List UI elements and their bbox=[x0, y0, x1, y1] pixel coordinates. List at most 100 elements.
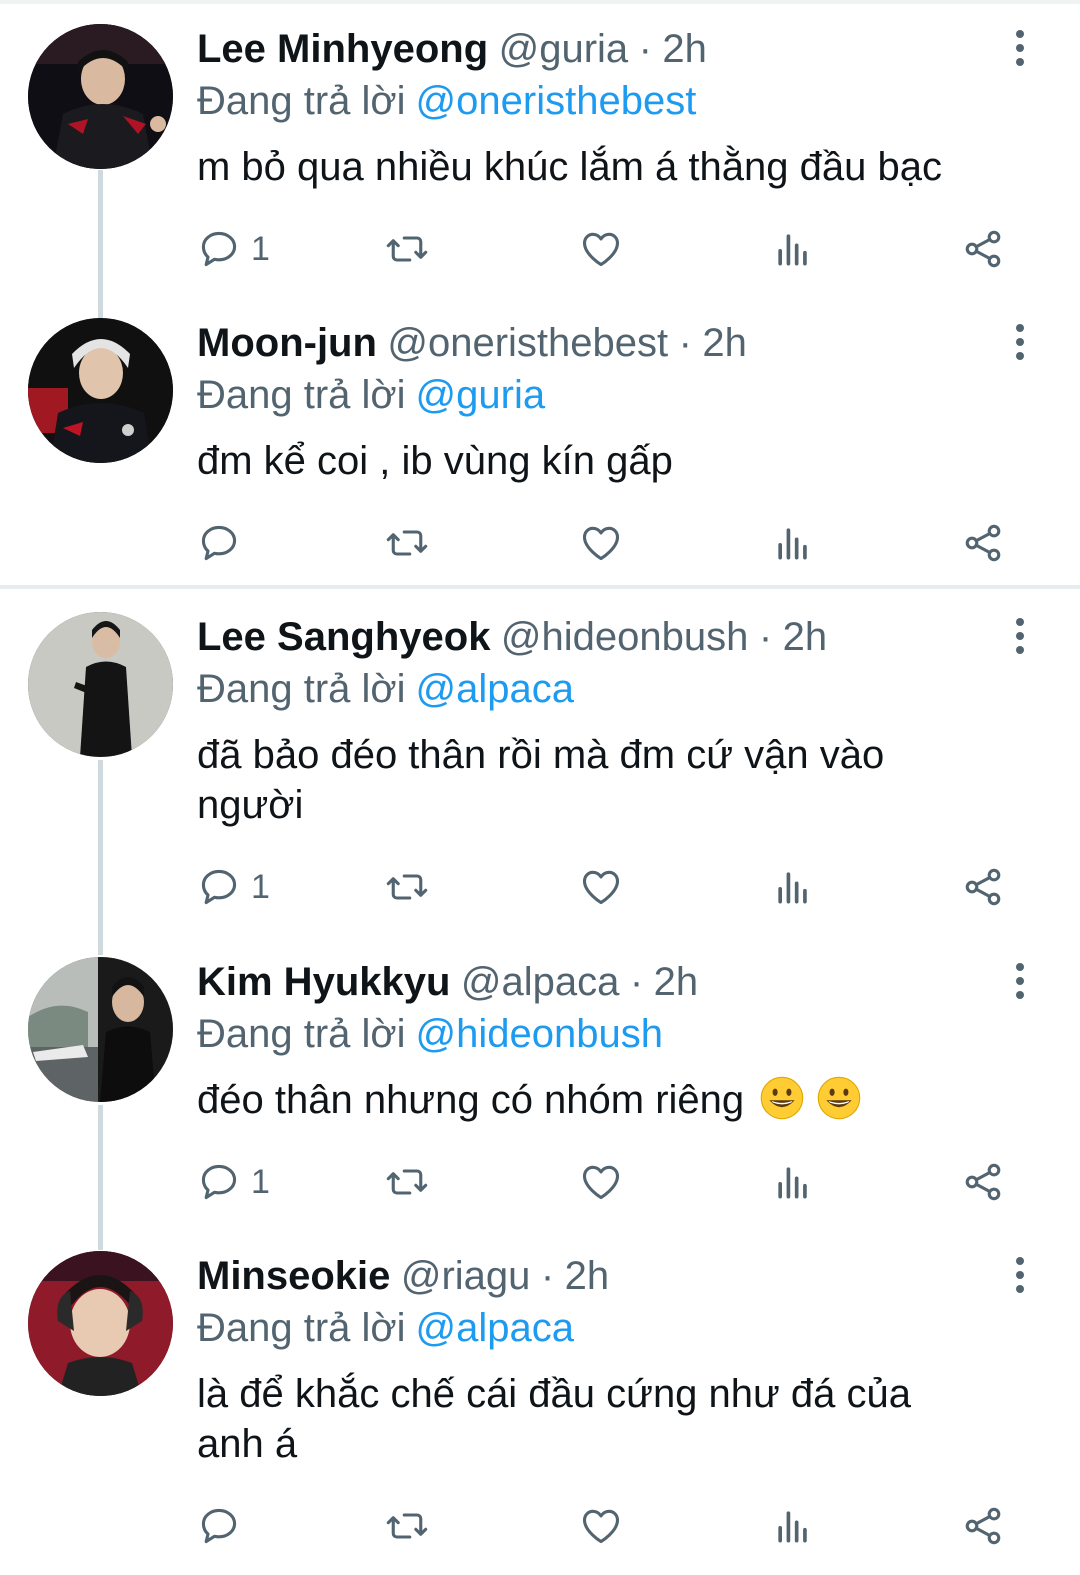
tweet-header: Lee Minhyeong @guria · 2h bbox=[197, 24, 990, 74]
reply-icon bbox=[201, 1164, 237, 1200]
share-button[interactable] bbox=[961, 1501, 1005, 1551]
user-handle[interactable]: @hideonbush bbox=[501, 615, 748, 659]
avatar-photo-icon bbox=[28, 612, 173, 757]
reply-button[interactable]: 1 bbox=[197, 862, 270, 912]
tweet-header: Lee Sanghyeok @hideonbush · 2h bbox=[197, 612, 990, 662]
user-handle[interactable]: @riagu bbox=[401, 1254, 531, 1298]
retweet-button[interactable] bbox=[385, 518, 429, 568]
reply-button[interactable]: 1 bbox=[197, 1157, 270, 1207]
timestamp[interactable]: 2h bbox=[702, 321, 747, 365]
like-button[interactable] bbox=[579, 1501, 623, 1551]
analytics-icon bbox=[778, 528, 807, 560]
heart-icon bbox=[582, 526, 620, 561]
share-icon bbox=[965, 1163, 1001, 1201]
avatar[interactable] bbox=[28, 318, 173, 463]
reply-button[interactable] bbox=[197, 518, 251, 568]
tweet-text: đã bảo đéo thân rồi mà đm cứ vận vào ngư… bbox=[197, 733, 885, 827]
tweet[interactable]: Lee Sanghyeok @hideonbush · 2h Đang trả … bbox=[0, 612, 1080, 922]
views-button[interactable] bbox=[771, 1501, 815, 1551]
display-name[interactable]: Lee Minhyeong bbox=[197, 27, 488, 71]
like-button[interactable] bbox=[579, 518, 623, 568]
reply-icon bbox=[201, 231, 237, 267]
retweet-icon bbox=[386, 874, 428, 900]
views-button[interactable] bbox=[771, 1157, 815, 1207]
retweet-icon bbox=[386, 1513, 428, 1539]
share-button[interactable] bbox=[961, 1157, 1005, 1207]
reply-button[interactable] bbox=[197, 1501, 251, 1551]
like-button[interactable] bbox=[579, 224, 623, 274]
action-bar bbox=[197, 518, 1027, 568]
more-options-icon[interactable] bbox=[1010, 324, 1030, 366]
retweet-icon bbox=[386, 1169, 428, 1195]
replying-to: Đang trả lời @alpaca bbox=[197, 1303, 574, 1353]
timestamp[interactable]: 2h bbox=[783, 615, 828, 659]
tweet[interactable]: Moon-jun @oneristhebest · 2h Đang trả lờ… bbox=[0, 318, 1080, 578]
grinning-face-emoji bbox=[761, 1076, 804, 1120]
like-button[interactable] bbox=[579, 862, 623, 912]
top-border bbox=[0, 0, 1080, 4]
share-icon bbox=[965, 1507, 1001, 1545]
more-options-icon[interactable] bbox=[1010, 963, 1030, 1005]
retweet-button[interactable] bbox=[385, 224, 429, 274]
display-name[interactable]: Minseokie bbox=[197, 1254, 390, 1298]
reply-mention-link[interactable]: @guria bbox=[416, 373, 546, 417]
separator: · bbox=[540, 1254, 555, 1298]
like-button[interactable] bbox=[579, 1157, 623, 1207]
more-options-icon[interactable] bbox=[1010, 1257, 1030, 1299]
retweet-button[interactable] bbox=[385, 1501, 429, 1551]
share-button[interactable] bbox=[961, 224, 1005, 274]
views-button[interactable] bbox=[771, 862, 815, 912]
replying-to: Đang trả lời @oneristhebest bbox=[197, 76, 696, 126]
reply-count: 1 bbox=[251, 867, 270, 906]
avatar[interactable] bbox=[28, 957, 173, 1102]
share-icon bbox=[965, 868, 1001, 906]
timestamp[interactable]: 2h bbox=[565, 1254, 610, 1298]
views-button[interactable] bbox=[771, 224, 815, 274]
timestamp[interactable]: 2h bbox=[662, 27, 707, 71]
retweet-button[interactable] bbox=[385, 1157, 429, 1207]
more-options-icon[interactable] bbox=[1010, 618, 1030, 660]
tweet[interactable]: Kim Hyukkyu @alpaca · 2h Đang trả lời @hi… bbox=[0, 957, 1080, 1217]
user-handle[interactable]: @oneristhebest bbox=[387, 321, 668, 365]
tweet-header: Kim Hyukkyu @alpaca · 2h bbox=[197, 957, 990, 1007]
separator: · bbox=[758, 615, 773, 659]
retweet-icon bbox=[386, 236, 428, 262]
retweet-button[interactable] bbox=[385, 862, 429, 912]
replying-to-label: Đang trả lời bbox=[197, 1306, 406, 1350]
reply-mention-link[interactable]: @hideonbush bbox=[416, 1012, 663, 1056]
avatar[interactable] bbox=[28, 1251, 173, 1396]
replying-to: Đang trả lời @guria bbox=[197, 370, 545, 420]
reply-mention-link[interactable]: @alpaca bbox=[416, 667, 574, 711]
share-button[interactable] bbox=[961, 862, 1005, 912]
user-handle[interactable]: @guria bbox=[499, 27, 629, 71]
timestamp[interactable]: 2h bbox=[654, 960, 699, 1004]
separator: · bbox=[629, 960, 644, 1004]
action-bar bbox=[197, 1501, 1027, 1551]
grinning-face-emoji bbox=[818, 1076, 861, 1120]
display-name[interactable]: Lee Sanghyeok bbox=[197, 615, 490, 659]
views-button[interactable] bbox=[771, 518, 815, 568]
reply-mention-link[interactable]: @oneristhebest bbox=[416, 79, 697, 123]
avatar-photo-icon bbox=[28, 1251, 173, 1396]
avatar[interactable] bbox=[28, 612, 173, 757]
reply-icon bbox=[201, 869, 237, 905]
avatar[interactable] bbox=[28, 24, 173, 169]
reply-icon bbox=[201, 525, 237, 561]
action-bar: 1 bbox=[197, 862, 1027, 912]
share-icon bbox=[965, 230, 1001, 268]
replying-to-label: Đang trả lời bbox=[197, 1012, 406, 1056]
tweet[interactable]: Lee Minhyeong @guria · 2h Đang trả lời @o… bbox=[0, 24, 1080, 284]
replying-to: Đang trả lời @hideonbush bbox=[197, 1009, 663, 1059]
reply-button[interactable]: 1 bbox=[197, 224, 270, 274]
tweet[interactable]: Minseokie @riagu · 2h Đang trả lời @alpac… bbox=[0, 1251, 1080, 1561]
reply-mention-link[interactable]: @alpaca bbox=[416, 1306, 574, 1350]
analytics-icon bbox=[778, 872, 807, 904]
share-button[interactable] bbox=[961, 518, 1005, 568]
avatar-photo-icon bbox=[28, 318, 173, 463]
tweet-header: Minseokie @riagu · 2h bbox=[197, 1251, 990, 1301]
more-options-icon[interactable] bbox=[1010, 30, 1030, 72]
share-icon bbox=[965, 524, 1001, 562]
user-handle[interactable]: @alpaca bbox=[461, 960, 619, 1004]
display-name[interactable]: Kim Hyukkyu bbox=[197, 960, 450, 1004]
display-name[interactable]: Moon-jun bbox=[197, 321, 377, 365]
